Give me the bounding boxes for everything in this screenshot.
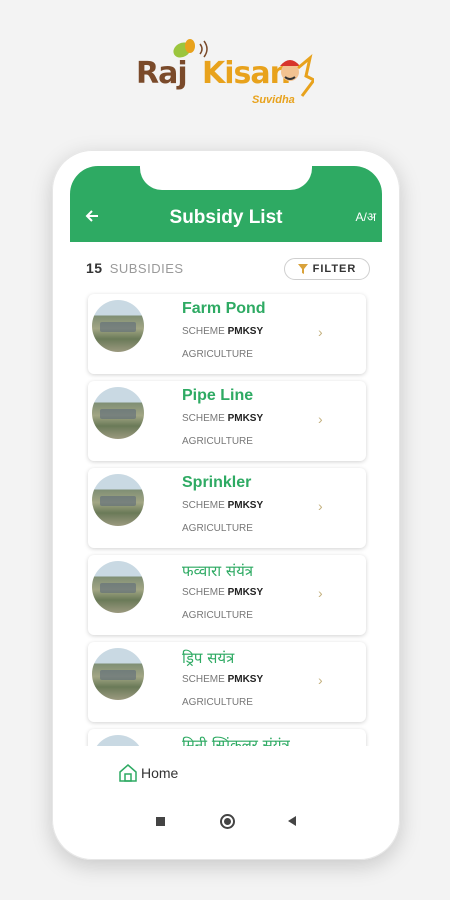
subsidy-category: AGRICULTURE xyxy=(182,349,253,360)
nav-home-label: Home xyxy=(141,765,179,781)
system-nav-bar xyxy=(52,810,400,834)
logo-text-raj: Raj xyxy=(136,56,188,91)
chevron-right-icon: › xyxy=(318,585,323,601)
subsidy-thumbnail xyxy=(92,561,144,613)
subsidy-card[interactable]: Farm Pond SCHEME PMKSY AGRICULTURE › xyxy=(88,294,366,374)
subsidy-title: Sprinkler xyxy=(182,474,252,491)
subsidy-count-label: SUBSIDIES xyxy=(109,261,184,276)
subsidy-card[interactable]: ड्रिप सयंत्र SCHEME PMKSY AGRICULTURE › xyxy=(88,642,366,722)
phone-frame: Subsidy List A/अ 15 SUBSIDIES FILTER Far… xyxy=(52,150,400,860)
app-screen: Subsidy List A/अ 15 SUBSIDIES FILTER Far… xyxy=(70,166,382,796)
farmer-mascot-icon xyxy=(280,54,314,97)
subsidy-category: AGRICULTURE xyxy=(182,436,253,447)
subsidy-count: 15 SUBSIDIES xyxy=(86,260,184,276)
subsidy-thumbnail xyxy=(92,648,144,700)
subsidy-list: Farm Pond SCHEME PMKSY AGRICULTURE › Pip… xyxy=(88,294,366,796)
chevron-right-icon: › xyxy=(318,672,323,688)
subsidy-title: Farm Pond xyxy=(182,300,266,317)
language-toggle[interactable]: A/अ xyxy=(355,208,376,225)
subsidy-scheme: SCHEME PMKSY xyxy=(182,587,264,598)
phone-notch xyxy=(140,166,312,190)
bottom-nav: Home xyxy=(70,746,382,796)
subsidy-scheme: SCHEME PMKSY xyxy=(182,500,264,511)
subsidy-title: फव्वारा संयंत्र xyxy=(182,562,254,580)
subsidy-thumbnail xyxy=(92,387,144,439)
subsidy-thumbnail xyxy=(92,300,144,352)
subsidy-title: Pipe Line xyxy=(182,387,254,404)
subsidy-scheme: SCHEME PMKSY xyxy=(182,674,264,685)
subsidy-card[interactable]: Sprinkler SCHEME PMKSY AGRICULTURE › xyxy=(88,468,366,548)
chevron-right-icon: › xyxy=(318,411,323,427)
recents-square-icon[interactable] xyxy=(156,817,165,826)
filter-icon xyxy=(297,264,308,274)
nav-home[interactable]: Home xyxy=(118,764,178,782)
home-circle-icon[interactable] xyxy=(220,814,235,829)
subsidy-category: AGRICULTURE xyxy=(182,697,253,708)
back-triangle-icon[interactable] xyxy=(288,816,296,826)
subsidy-card[interactable]: फव्वारा संयंत्र SCHEME PMKSY AGRICULTURE… xyxy=(88,555,366,635)
filter-label: FILTER xyxy=(312,263,357,275)
subsidy-category: AGRICULTURE xyxy=(182,610,253,621)
subsidy-thumbnail xyxy=(92,474,144,526)
subsidy-count-number: 15 xyxy=(86,260,103,276)
subsidy-scheme: SCHEME PMKSY xyxy=(182,326,264,337)
subsidy-title: ड्रिप सयंत्र xyxy=(182,649,235,667)
chevron-right-icon: › xyxy=(318,498,323,514)
filter-button[interactable]: FILTER xyxy=(284,258,370,280)
page-title: Subsidy List xyxy=(169,207,283,228)
subsidy-category: AGRICULTURE xyxy=(182,523,253,534)
chevron-right-icon: › xyxy=(318,324,323,340)
subsidy-scheme: SCHEME PMKSY xyxy=(182,413,264,424)
subsidy-card[interactable]: Pipe Line SCHEME PMKSY AGRICULTURE › xyxy=(88,381,366,461)
home-icon xyxy=(119,764,137,782)
rajkisan-logo: Raj Kisan Suvidha xyxy=(136,38,316,118)
